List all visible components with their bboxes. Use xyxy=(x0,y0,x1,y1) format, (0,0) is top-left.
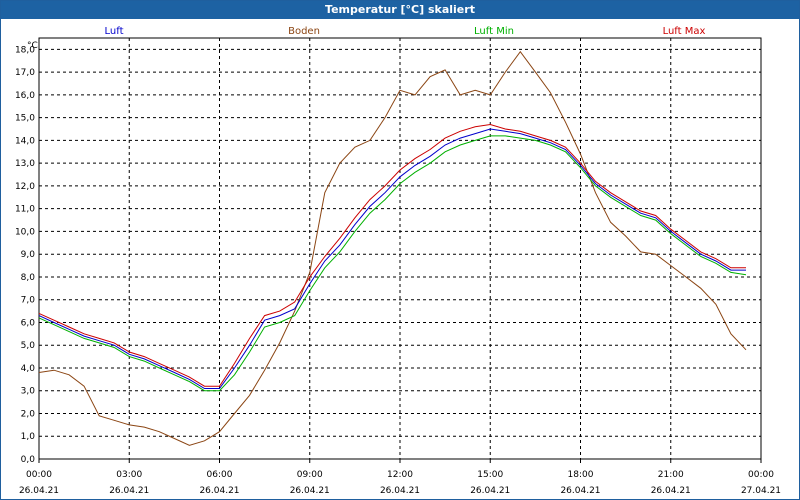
x-tick-time: 03:00 xyxy=(116,470,142,480)
y-tick-label: 1,0 xyxy=(21,432,36,442)
y-tick-label: 5,0 xyxy=(21,341,36,351)
x-tick-time: 09:00 xyxy=(297,470,323,480)
x-tick-date: 26.04.21 xyxy=(380,486,420,496)
y-tick-label: 9,0 xyxy=(21,250,36,260)
x-tick-time: 18:00 xyxy=(568,470,594,480)
y-tick-label: 4,0 xyxy=(21,364,36,374)
x-tick-date: 26.04.21 xyxy=(109,486,149,496)
chart-window: Temperatur [°C] skaliert Luft Boden Luft… xyxy=(0,0,800,500)
y-tick-label: 11,0 xyxy=(15,205,35,215)
x-tick-time: 00:00 xyxy=(26,470,52,480)
temperature-chart: 0,0 1,0 2,0 3,0 4,0 5,0 6,0 7,0 8,0 9,0 10,0 11,0 12… xyxy=(15,37,781,496)
y-tick-label: 3,0 xyxy=(21,387,36,397)
y-tick-label: 7,0 xyxy=(21,296,36,306)
x-tick-time: 21:00 xyxy=(658,470,684,480)
y-axis-unit: °C xyxy=(27,41,38,51)
x-tick-date: 26.04.21 xyxy=(470,486,510,496)
y-tick-label: 12,0 xyxy=(15,182,35,192)
x-tick-date: 26.04.21 xyxy=(19,486,59,496)
y-tick-label: 15,0 xyxy=(15,114,35,124)
x-tick-date: 26.04.21 xyxy=(560,486,600,496)
y-tick-label: 10,0 xyxy=(15,227,35,237)
y-tick-label: 16,0 xyxy=(15,91,35,101)
x-tick-time: 15:00 xyxy=(477,470,503,480)
y-tick-label: 0,0 xyxy=(21,455,36,465)
x-tick-time: 12:00 xyxy=(387,470,413,480)
y-tick-label: 8,0 xyxy=(21,273,36,283)
x-tick-date: 26.04.21 xyxy=(651,486,691,496)
x-tick-date: 27.04.21 xyxy=(741,486,781,496)
y-tick-label: 17,0 xyxy=(15,68,35,78)
x-tick-time: 06:00 xyxy=(207,470,233,480)
y-tick-label: 2,0 xyxy=(21,409,36,419)
x-tick-time: 00:00 xyxy=(748,470,774,480)
x-tick-date: 26.04.21 xyxy=(290,486,330,496)
y-tick-label: 14,0 xyxy=(15,136,35,146)
y-tick-label: 13,0 xyxy=(15,159,35,169)
x-tick-date: 26.04.21 xyxy=(199,486,239,496)
y-tick-label: 6,0 xyxy=(21,318,36,328)
